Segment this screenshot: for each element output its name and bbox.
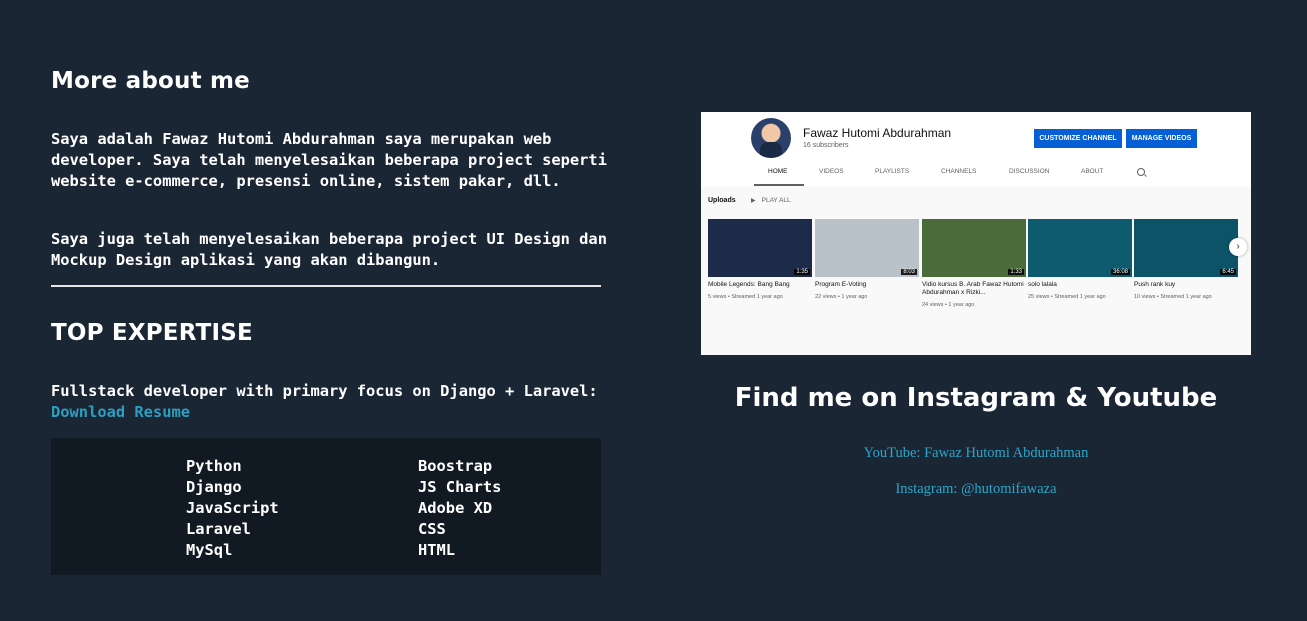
skill-item: Python: [186, 457, 242, 475]
youtube-header: Fawaz Hutomi Abdurahman 16 subscribers C…: [701, 112, 1251, 186]
chevron-right-icon: ›: [1229, 238, 1247, 256]
manage-videos-button: MANAGE VIDEOS: [1126, 129, 1197, 148]
skill-item: Django: [186, 478, 242, 496]
video-title: Mobile Legends: Bang Bang: [708, 281, 790, 288]
video-thumbnail: 1:33: [922, 219, 1026, 277]
download-resume-link[interactable]: Download Resume: [51, 403, 190, 421]
about-paragraph-2: Saya juga telah menyelesaikan beberapa p…: [51, 230, 607, 269]
skills-column-1: Python Django JavaScript Laravel MySql: [186, 456, 279, 561]
video-thumbnail: 8:03: [815, 219, 919, 277]
yt-tab-about: ABOUT: [1081, 168, 1104, 175]
channel-subscribers: 16 subscribers: [803, 142, 849, 149]
search-icon: [1137, 168, 1145, 176]
yt-tab-channels: CHANNELS: [941, 168, 977, 175]
skill-item: Adobe XD: [418, 499, 493, 517]
skill-item: JavaScript: [186, 499, 279, 517]
video-duration: 1:35: [794, 269, 810, 275]
expertise-description: Fullstack developer with primary focus o…: [51, 382, 598, 400]
video-thumbnail: 6:45: [1134, 219, 1238, 277]
play-all-label: PLAY ALL: [751, 197, 791, 204]
yt-tab-playlists: PLAYLISTS: [875, 168, 910, 175]
video-duration: 36:08: [1110, 269, 1130, 275]
find-me-title: Find me on Instagram & Youtube: [734, 383, 1218, 413]
yt-tab-home: HOME: [768, 168, 788, 175]
video-meta: 24 views • 1 year ago: [922, 302, 975, 308]
skill-item: CSS: [418, 520, 446, 538]
video-duration: 1:33: [1008, 269, 1024, 275]
skill-item: HTML: [418, 541, 456, 559]
video-thumbnail: 1:35: [708, 219, 812, 277]
video-meta: 5 views • Streamed 1 year ago: [708, 294, 783, 300]
expertise-text: Fullstack developer with primary focus o…: [51, 381, 611, 423]
active-tab-indicator: [754, 184, 804, 186]
customize-channel-button: CUSTOMIZE CHANNEL: [1034, 129, 1122, 148]
video-duration: 6:45: [1220, 269, 1236, 275]
skill-item: JS Charts: [418, 478, 502, 496]
about-title: More about me: [51, 68, 250, 94]
channel-avatar: [751, 118, 791, 158]
video-title: Vidio kursus B. Arab Fawaz Hutomi Abdura…: [922, 281, 1024, 296]
skill-item: Laravel: [186, 520, 251, 538]
yt-tab-discussion: DISCUSSION: [1009, 168, 1050, 175]
video-meta: 22 views • 1 year ago: [815, 294, 868, 300]
video-thumbnail: 36:08: [1028, 219, 1132, 277]
channel-name: Fawaz Hutomi Abdurahman: [803, 126, 952, 140]
about-paragraph-1: Saya adalah Fawaz Hutomi Abdurahman saya…: [51, 130, 607, 190]
video-duration: 8:03: [901, 269, 917, 275]
youtube-link[interactable]: YouTube: Fawaz Hutomi Abdurahman: [701, 445, 1251, 462]
instagram-link[interactable]: Instagram: @hutomifawaza: [701, 481, 1251, 498]
video-title: Push rank kuy: [1134, 281, 1176, 288]
skills-box: Python Django JavaScript Laravel MySql B…: [51, 438, 601, 575]
video-title: Program E-Voting: [815, 281, 867, 288]
video-meta: 10 views • Streamed 1 year ago: [1134, 294, 1212, 300]
skills-column-2: Boostrap JS Charts Adobe XD CSS HTML: [418, 456, 501, 561]
uploads-label: Uploads: [708, 197, 736, 204]
youtube-channel-screenshot: Fawaz Hutomi Abdurahman 16 subscribers C…: [701, 112, 1251, 355]
video-meta: 25 views • Streamed 1 year ago: [1028, 294, 1106, 300]
skill-item: MySql: [186, 541, 233, 559]
video-title: solo lalala: [1028, 281, 1057, 288]
expertise-title: TOP EXPERTISE: [51, 320, 253, 346]
divider: [51, 285, 601, 287]
yt-tab-videos: VIDEOS: [819, 168, 844, 175]
skill-item: Boostrap: [418, 457, 493, 475]
